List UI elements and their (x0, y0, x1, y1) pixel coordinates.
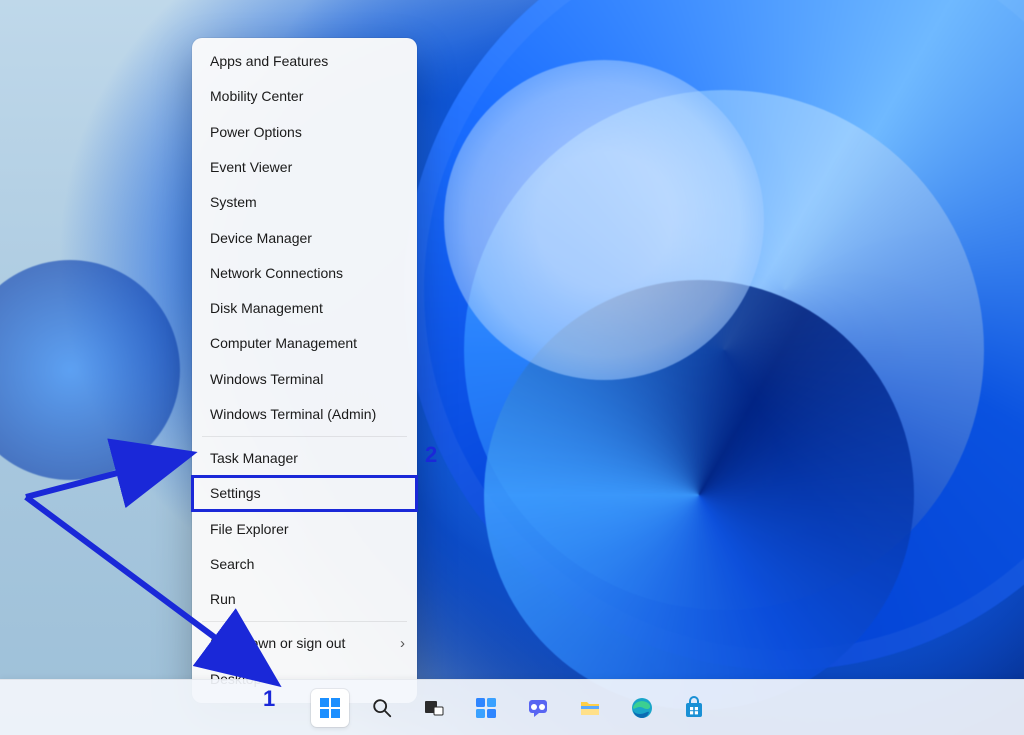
menu-item-run[interactable]: Run (192, 582, 417, 617)
taskbar-widgets-button[interactable] (467, 689, 505, 727)
windows-logo-icon (318, 696, 342, 720)
menu-item-event-viewer[interactable]: Event Viewer (192, 150, 417, 185)
menu-item-system[interactable]: System (192, 185, 417, 220)
menu-item-task-manager[interactable]: Task Manager (192, 441, 417, 476)
taskbar-search-button[interactable] (363, 689, 401, 727)
chat-icon (526, 696, 550, 720)
wallpaper-swirl (0, 260, 180, 480)
menu-item-disk-management[interactable]: Disk Management (192, 291, 417, 326)
menu-item-mobility-center[interactable]: Mobility Center (192, 79, 417, 114)
menu-item-network-connections[interactable]: Network Connections (192, 256, 417, 291)
menu-item-device-manager[interactable]: Device Manager (192, 220, 417, 255)
desktop: Apps and Features Mobility Center Power … (0, 0, 1024, 735)
taskbar-edge-button[interactable] (623, 689, 661, 727)
menu-item-shutdown-signout[interactable]: Shut down or sign out (192, 626, 417, 661)
wallpaper-swirl (444, 60, 764, 380)
annotation-number-2: 2 (425, 442, 437, 468)
search-icon (371, 697, 393, 719)
menu-item-power-options[interactable]: Power Options (192, 115, 417, 150)
menu-item-computer-management[interactable]: Computer Management (192, 326, 417, 361)
menu-item-file-explorer[interactable]: File Explorer (192, 511, 417, 546)
taskview-icon (422, 696, 446, 720)
menu-separator (202, 436, 407, 437)
edge-icon (630, 696, 654, 720)
winx-power-menu: Apps and Features Mobility Center Power … (192, 38, 417, 703)
folder-icon (578, 696, 602, 720)
menu-item-windows-terminal[interactable]: Windows Terminal (192, 361, 417, 396)
widgets-icon (474, 696, 498, 720)
taskbar-chat-button[interactable] (519, 689, 557, 727)
store-icon (682, 696, 706, 720)
menu-separator (202, 621, 407, 622)
menu-item-search[interactable]: Search (192, 547, 417, 582)
start-button[interactable] (311, 689, 349, 727)
taskbar (0, 679, 1024, 735)
taskbar-file-explorer-button[interactable] (571, 689, 609, 727)
menu-item-settings[interactable]: Settings (192, 476, 417, 511)
taskbar-store-button[interactable] (675, 689, 713, 727)
menu-item-apps-and-features[interactable]: Apps and Features (192, 44, 417, 79)
taskbar-taskview-button[interactable] (415, 689, 453, 727)
menu-item-windows-terminal-admin[interactable]: Windows Terminal (Admin) (192, 397, 417, 432)
